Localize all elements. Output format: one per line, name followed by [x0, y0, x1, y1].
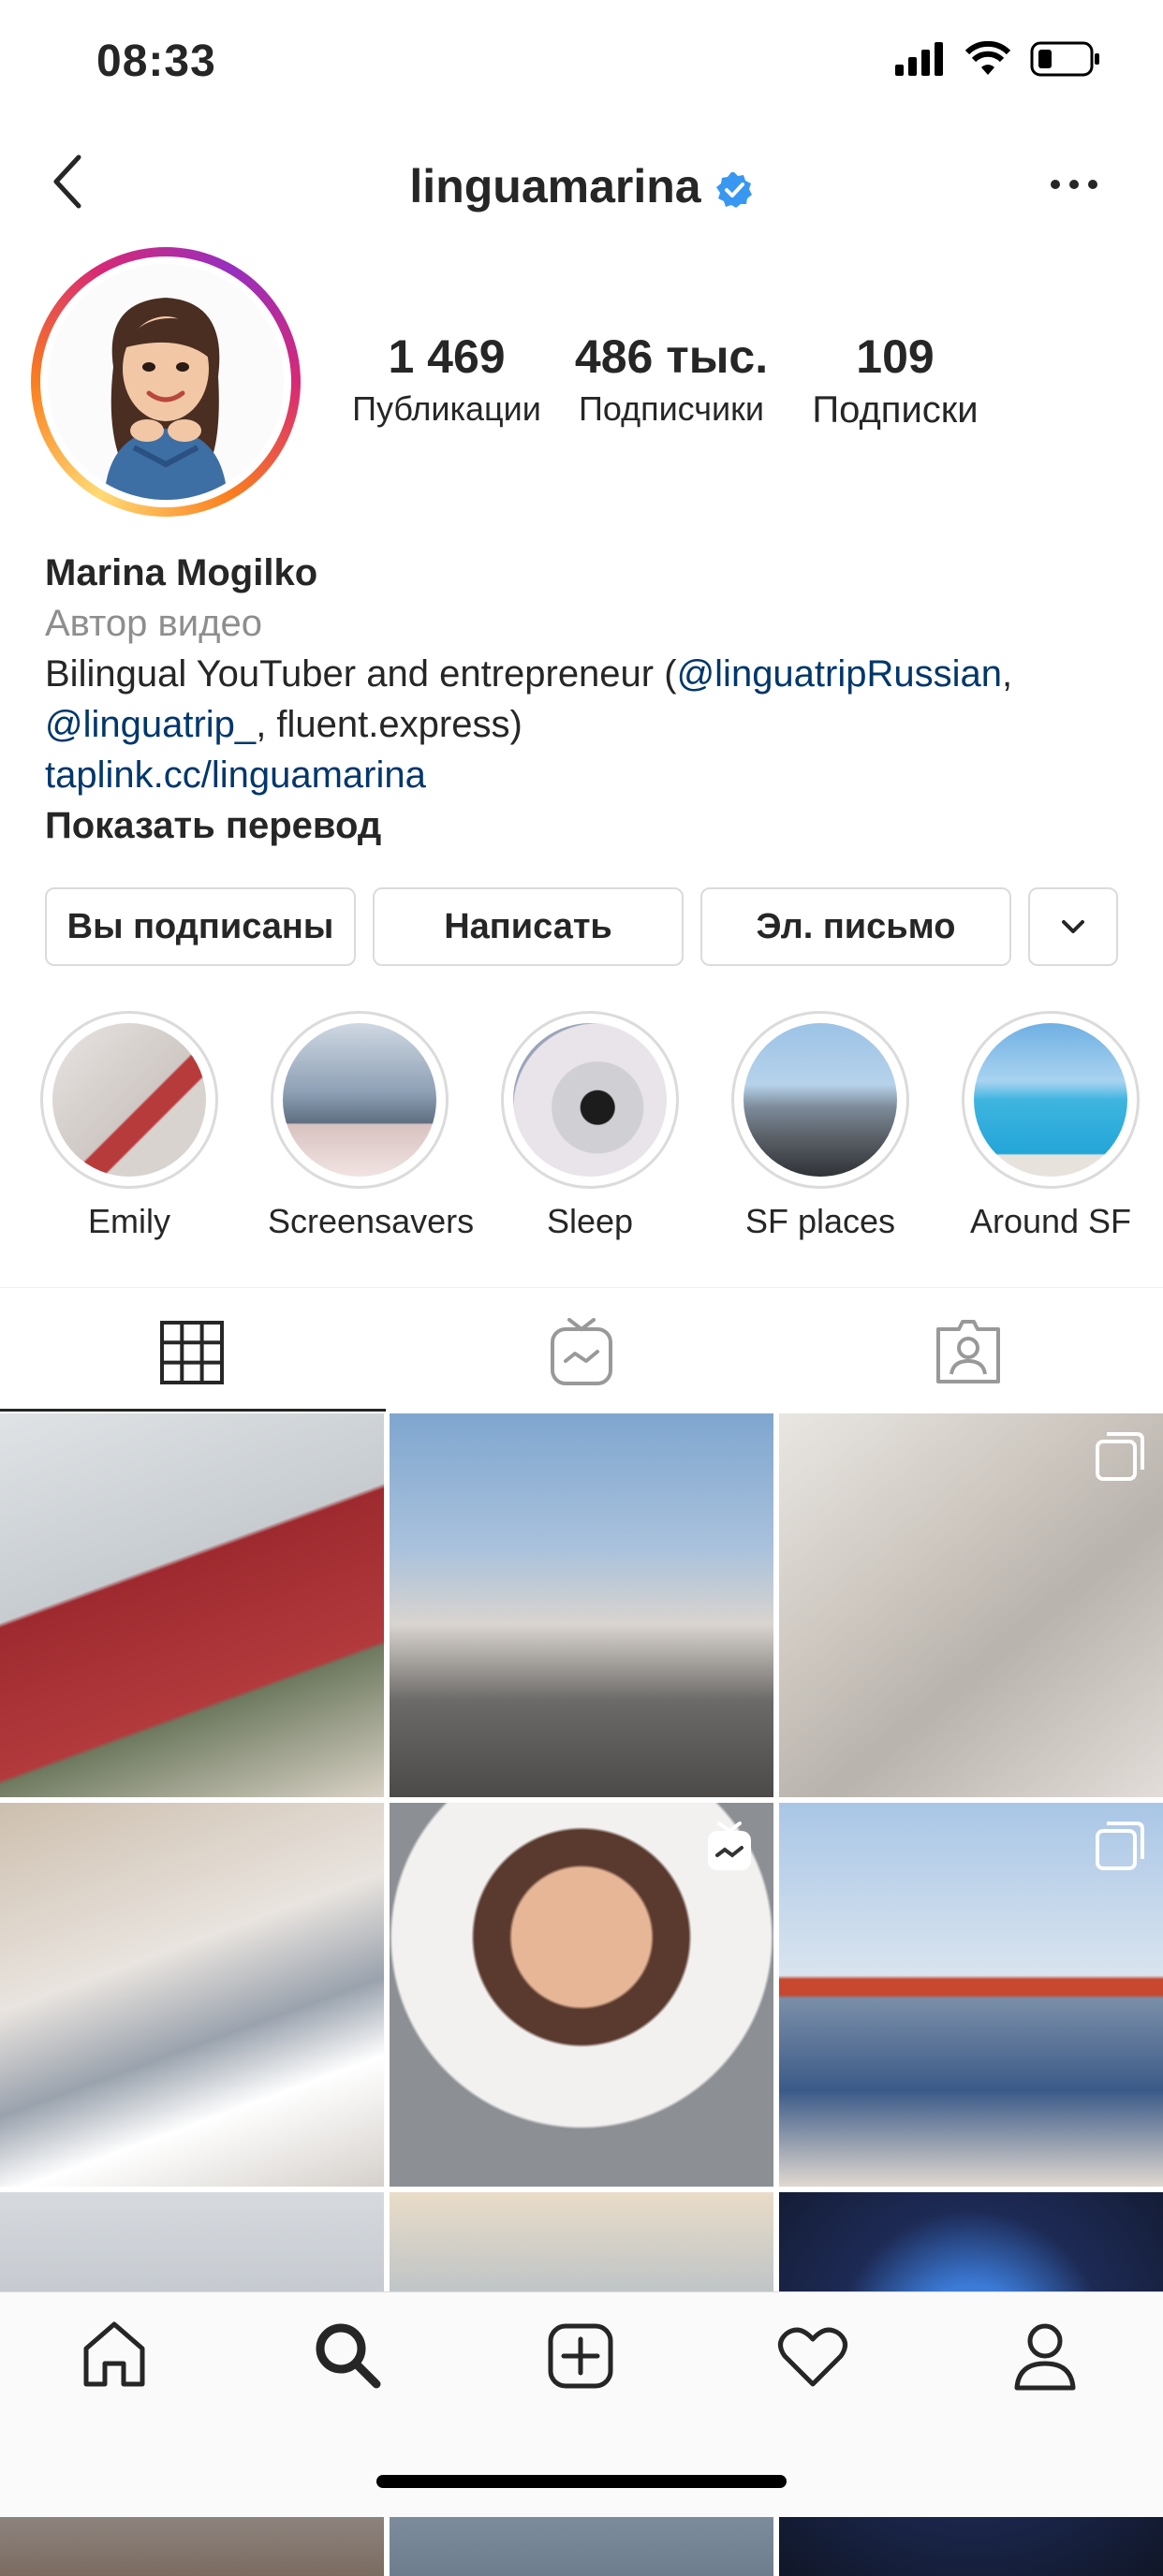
highlight-label: Emily: [88, 1202, 170, 1240]
following-count: 109: [856, 330, 935, 383]
posts-stat: 1 469 Публикации: [345, 329, 549, 429]
header-username: linguamarina: [0, 159, 1163, 213]
new-post-icon[interactable]: [547, 2322, 614, 2390]
highlight-emily[interactable]: Emily: [37, 1011, 221, 1241]
profile-category: Автор видео: [45, 603, 262, 644]
avatar-illustration: [48, 264, 284, 500]
following-button[interactable]: Вы подписаны: [45, 887, 356, 966]
home-icon[interactable]: [81, 2320, 148, 2388]
grid-view-icon[interactable]: [159, 1320, 225, 1385]
wifi-icon: [964, 41, 1011, 75]
post-thumbnail[interactable]: [390, 1413, 773, 1797]
website-link[interactable]: taplink.cc/linguamarina: [45, 750, 1131, 800]
suggested-dropdown-button[interactable]: [1028, 887, 1118, 966]
battery-icon: [1030, 41, 1099, 77]
tagged-photos-icon[interactable]: [935, 1318, 1002, 1385]
status-time: 08:33: [96, 37, 216, 86]
profile-icon[interactable]: [1011, 2320, 1079, 2392]
chevron-down-icon: [1062, 920, 1084, 933]
posts-label: Публикации: [352, 389, 541, 428]
post-thumbnail[interactable]: [0, 1413, 384, 1797]
profile-tabs: [0, 1290, 1163, 1412]
tabs-divider: [0, 1287, 1163, 1288]
following-stat[interactable]: 109 Подписки: [798, 329, 993, 432]
profile-avatar[interactable]: [31, 247, 301, 517]
home-indicator: [376, 2475, 787, 2488]
verified-badge-icon: [715, 171, 752, 208]
carousel-icon: [1096, 1822, 1144, 1870]
show-translation-link[interactable]: Показать перевод: [45, 800, 1131, 851]
highlight-sleep[interactable]: Sleep: [498, 1011, 682, 1241]
more-options-icon[interactable]: [1051, 180, 1097, 189]
email-button[interactable]: Эл. письмо: [700, 887, 1011, 966]
posts-count: 1 469: [388, 330, 506, 383]
carousel-icon: [1096, 1432, 1144, 1481]
activity-heart-icon[interactable]: [777, 2324, 848, 2388]
mention-linguatrip-russian[interactable]: @linguatripRussian: [677, 653, 1002, 695]
igtv-icon[interactable]: [549, 1316, 614, 1387]
highlight-label: Sleep: [546, 1202, 634, 1240]
highlight-label: SF places: [744, 1202, 896, 1240]
cellular-signal-icon: [895, 42, 943, 76]
highlight-label: Screensavers: [268, 1202, 475, 1240]
mention-linguatrip[interactable]: @linguatrip_: [45, 704, 256, 745]
highlight-screensavers[interactable]: Screensavers: [268, 1011, 475, 1241]
followers-stat[interactable]: 486 тыс. Подписчики: [567, 329, 775, 429]
active-tab-indicator: [0, 1409, 386, 1412]
search-icon[interactable]: [313, 2320, 382, 2390]
followers-count: 486 тыс.: [574, 330, 769, 383]
followers-label: Подписчики: [578, 389, 765, 428]
message-button[interactable]: Написать: [373, 887, 684, 966]
highlight-around-sf[interactable]: Around SF: [959, 1011, 1142, 1241]
status-icons: [895, 41, 1101, 77]
following-label: Подписки: [812, 389, 979, 431]
highlight-label: Around SF: [969, 1202, 1132, 1240]
profile-name: Marina Mogilko: [45, 552, 318, 593]
post-thumbnail[interactable]: [0, 1803, 384, 2187]
igtv-post-icon: [708, 1822, 751, 1870]
post-thumbnail[interactable]: [779, 1413, 1163, 1797]
bio-text: Bilingual YouTuber and entrepreneur (@li…: [45, 653, 1013, 745]
highlight-sf-places[interactable]: SF places: [729, 1011, 912, 1241]
profile-bio: Marina Mogilko Автор видео Bilingual You…: [45, 548, 1131, 851]
username: linguamarina: [409, 160, 701, 212]
post-thumbnail[interactable]: [779, 1803, 1163, 2187]
post-thumbnail[interactable]: [390, 1803, 773, 2187]
